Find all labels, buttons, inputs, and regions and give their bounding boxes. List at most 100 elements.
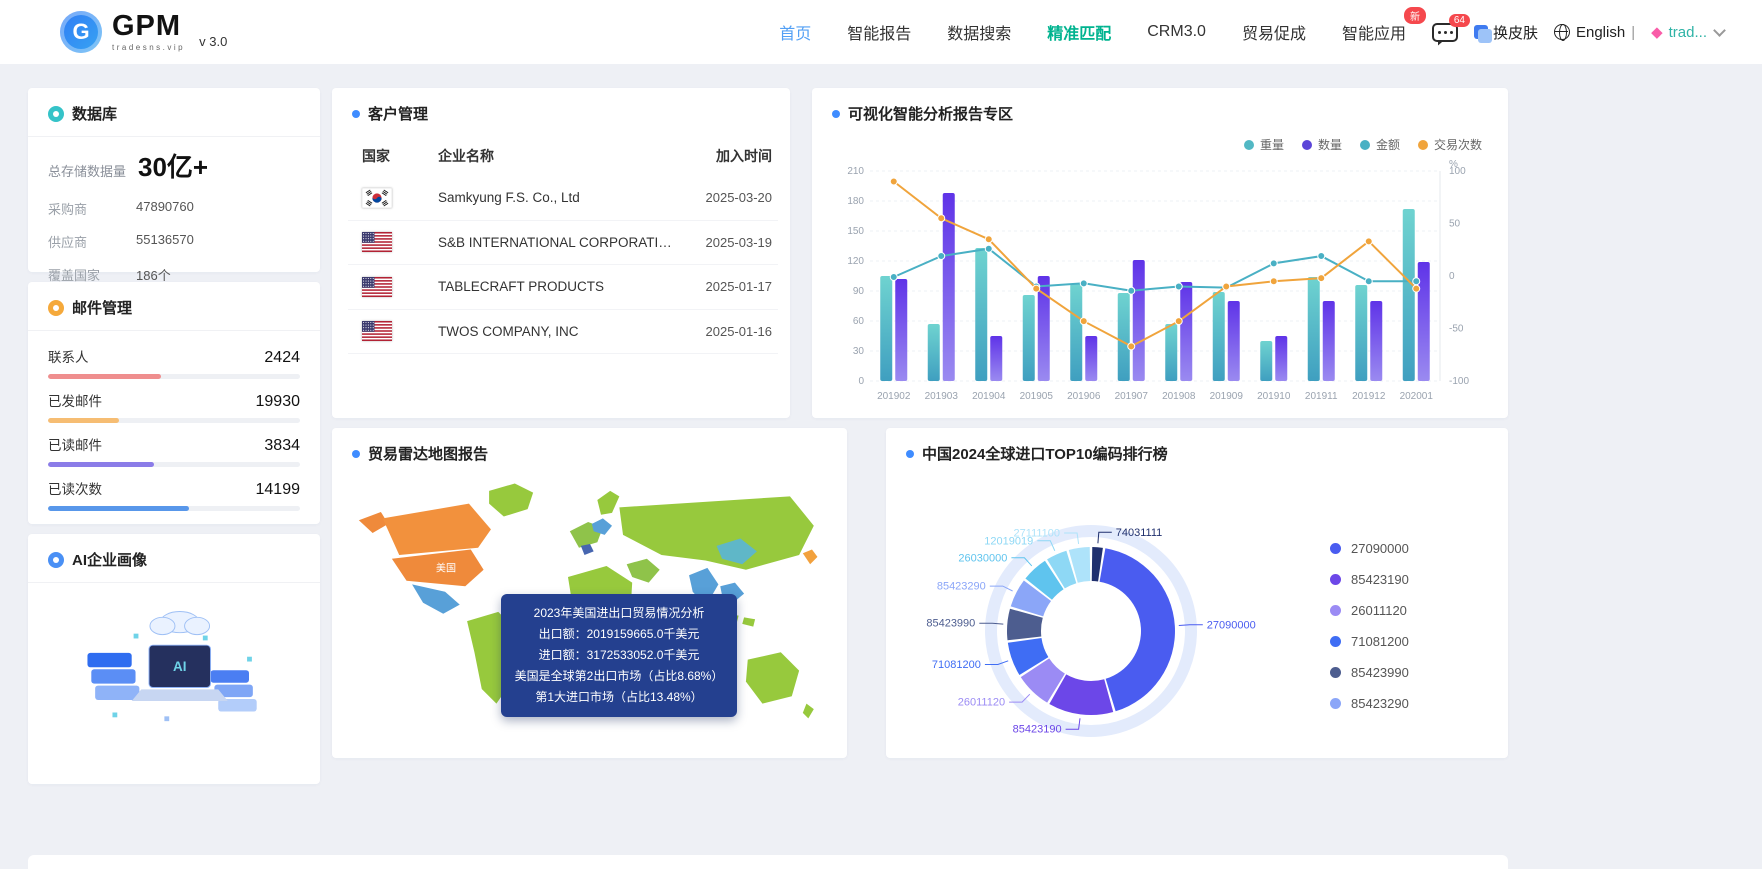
nav-item-智能应用[interactable]: 智能应用新 bbox=[1342, 20, 1406, 44]
customer-table-row[interactable]: Samkyung F.S. Co., Ltd2025-03-20 bbox=[348, 176, 778, 221]
svg-text:60: 60 bbox=[853, 316, 865, 327]
analysis-bar-line-chart[interactable]: 0306090120150180210-100-50050100%2019022… bbox=[832, 155, 1488, 407]
donut-legend: 27090000 85423190 26011120 71081200 85423990… bbox=[1330, 541, 1409, 711]
logo[interactable]: G GPM tradesns.vip v 3.0 bbox=[60, 11, 227, 53]
legend-dot bbox=[1330, 605, 1341, 616]
svg-text:201902: 201902 bbox=[877, 391, 911, 402]
donut-legend-item-26011120[interactable]: 26011120 bbox=[1330, 603, 1409, 618]
svg-text:-50: -50 bbox=[1449, 324, 1464, 335]
svg-text:90: 90 bbox=[853, 286, 865, 297]
progress-bar-track bbox=[48, 374, 300, 379]
language-switcher[interactable]: English | bbox=[1554, 24, 1635, 41]
svg-text:0: 0 bbox=[858, 376, 864, 387]
company-name: TWOS COMPANY, INC bbox=[438, 324, 676, 339]
legend-item-重量[interactable]: 重量 bbox=[1244, 136, 1284, 153]
svg-text:202001: 202001 bbox=[1400, 391, 1434, 402]
db-stat-row: 供应商55136570 bbox=[48, 225, 300, 258]
mail-stats-list: 联系人2424已发邮件19930已读邮件3834已读次数14199 bbox=[28, 331, 320, 511]
analysis-card-header: 可视化智能分析报告专区 bbox=[812, 88, 1508, 136]
country-alaska bbox=[358, 512, 387, 533]
svg-text:AI: AI bbox=[173, 659, 186, 674]
legend-label: 交易次数 bbox=[1434, 136, 1482, 153]
mail-stat-item: 已读邮件3834 bbox=[48, 434, 300, 467]
svg-text:201908: 201908 bbox=[1162, 391, 1196, 402]
mail-stat-value: 2424 bbox=[264, 349, 300, 367]
nav-item-贸易促成[interactable]: 贸易促成 bbox=[1242, 20, 1306, 44]
database-card-title: 数据库 bbox=[72, 103, 117, 124]
legend-item-金额[interactable]: 金额 bbox=[1360, 136, 1400, 153]
user-menu[interactable]: ◆ trad... bbox=[1651, 23, 1724, 41]
customer-table-row[interactable]: S&B INTERNATIONAL CORPORATION2025-03-19 bbox=[348, 221, 778, 266]
legend-item-数量[interactable]: 数量 bbox=[1302, 136, 1342, 153]
chevron-down-icon bbox=[1713, 24, 1726, 37]
map-tooltip: 2023年美国进出口贸易情况分析出口额：2019159665.0千美元进口额：3… bbox=[501, 594, 737, 717]
customer-table-row[interactable]: TWOS COMPANY, INC2025-01-16 bbox=[348, 310, 778, 355]
donut-legend-item-85423290[interactable]: 85423290 bbox=[1330, 696, 1409, 711]
nav-item-数据搜索[interactable]: 数据搜索 bbox=[947, 20, 1011, 44]
legend-item-交易次数[interactable]: 交易次数 bbox=[1418, 136, 1482, 153]
mail-card-header: 邮件管理 bbox=[28, 282, 320, 331]
join-date: 2025-01-16 bbox=[676, 324, 772, 339]
donut-legend-item-85423990[interactable]: 85423990 bbox=[1330, 665, 1409, 680]
legend-dot bbox=[1244, 140, 1254, 150]
mail-stat-item: 联系人2424 bbox=[48, 346, 300, 379]
customer-table-row[interactable]: TABLECRAFT PRODUCTS2025-01-17 bbox=[348, 265, 778, 310]
progress-bar-track bbox=[48, 506, 300, 511]
join-date: 2025-03-19 bbox=[676, 235, 772, 250]
mail-stat-value: 19930 bbox=[256, 393, 301, 411]
mail-card: 邮件管理 联系人2424已发邮件19930已读邮件3834已读次数14199 bbox=[28, 282, 320, 524]
new-zealand bbox=[802, 704, 813, 719]
donut-legend-item-27090000[interactable]: 27090000 bbox=[1330, 541, 1409, 556]
main-column: 客户管理 国家企业名称加入时间Samkyung F.S. Co., Ltd202… bbox=[332, 88, 1508, 784]
analysis-card-title: 可视化智能分析报告专区 bbox=[848, 103, 1013, 124]
ai-profile-card: AI企业画像 AI bbox=[28, 534, 320, 784]
customer-card-title: 客户管理 bbox=[368, 103, 428, 124]
location-pin-icon bbox=[48, 552, 64, 568]
mail-stat-value: 3834 bbox=[264, 437, 300, 455]
legend-dot bbox=[1330, 636, 1341, 647]
import-donut-chart[interactable]: 7403111127090000854231902601112071081200… bbox=[886, 476, 1326, 776]
skin-icon bbox=[1474, 25, 1488, 39]
mail-stat-line: 已读邮件3834 bbox=[48, 434, 300, 455]
db-stat-label: 供应商 bbox=[48, 232, 110, 251]
country-australia bbox=[745, 652, 798, 703]
customer-table: 国家企业名称加入时间Samkyung F.S. Co., Ltd2025-03-… bbox=[332, 136, 790, 354]
divider: | bbox=[1631, 24, 1635, 41]
nav-item-首页[interactable]: 首页 bbox=[779, 20, 811, 44]
scandinavia bbox=[597, 491, 619, 515]
svg-text:0: 0 bbox=[1449, 271, 1455, 282]
navbar: G GPM tradesns.vip v 3.0 首页 智能报告 数据搜索 精准匹配 C… bbox=[0, 0, 1762, 64]
donut-callout-label: 74031111 bbox=[1116, 527, 1163, 539]
legend-code: 85423290 bbox=[1351, 696, 1409, 711]
map-card-header: 贸易雷达地图报告 bbox=[332, 428, 847, 476]
dashboard: 数据库 总存储数据量 30亿+ 采购商47890760供应商55136570覆盖… bbox=[0, 64, 1762, 784]
db-stats-list: 采购商47890760供应商55136570覆盖国家186个 bbox=[28, 190, 320, 293]
column-header: 企业名称 bbox=[438, 146, 676, 166]
db-stat-value: 47890760 bbox=[136, 199, 194, 218]
change-skin-button[interactable]: 换皮肤 bbox=[1474, 22, 1538, 43]
globe-icon bbox=[1554, 24, 1570, 40]
donut-legend-item-85423190[interactable]: 85423190 bbox=[1330, 572, 1409, 587]
nav-item-智能报告[interactable]: 智能报告 bbox=[847, 20, 911, 44]
map-us-label: 美国 bbox=[435, 562, 455, 575]
svg-text:201912: 201912 bbox=[1352, 391, 1386, 402]
nav-item-CRM3.0[interactable]: CRM3.0 bbox=[1147, 23, 1206, 41]
bullet-icon bbox=[352, 110, 360, 118]
tooltip-line: 第1大进口市场（占比13.48%） bbox=[513, 687, 725, 708]
trade-radar-map-card: 贸易雷达地图报告 bbox=[332, 428, 847, 758]
donut-slice-27090000[interactable] bbox=[1100, 548, 1175, 711]
country-mexico bbox=[412, 584, 460, 613]
tooltip-line: 出口额：2019159665.0千美元 bbox=[513, 624, 725, 645]
vip-diamond-icon: ◆ bbox=[1651, 23, 1663, 41]
progress-bar-track bbox=[48, 462, 300, 467]
svg-text:30: 30 bbox=[853, 346, 865, 357]
messages-button[interactable]: 64 bbox=[1432, 23, 1458, 42]
donut-legend-item-71081200[interactable]: 71081200 bbox=[1330, 634, 1409, 649]
bullet-icon bbox=[906, 450, 914, 458]
middle-east bbox=[626, 559, 659, 583]
bullet-icon bbox=[832, 110, 840, 118]
join-date: 2025-01-17 bbox=[676, 279, 772, 294]
nav-item-精准匹配[interactable]: 精准匹配 bbox=[1047, 20, 1111, 44]
donut-callout-label: 71081200 bbox=[932, 659, 981, 671]
donut-callout-label: 27111100 bbox=[1014, 527, 1061, 539]
